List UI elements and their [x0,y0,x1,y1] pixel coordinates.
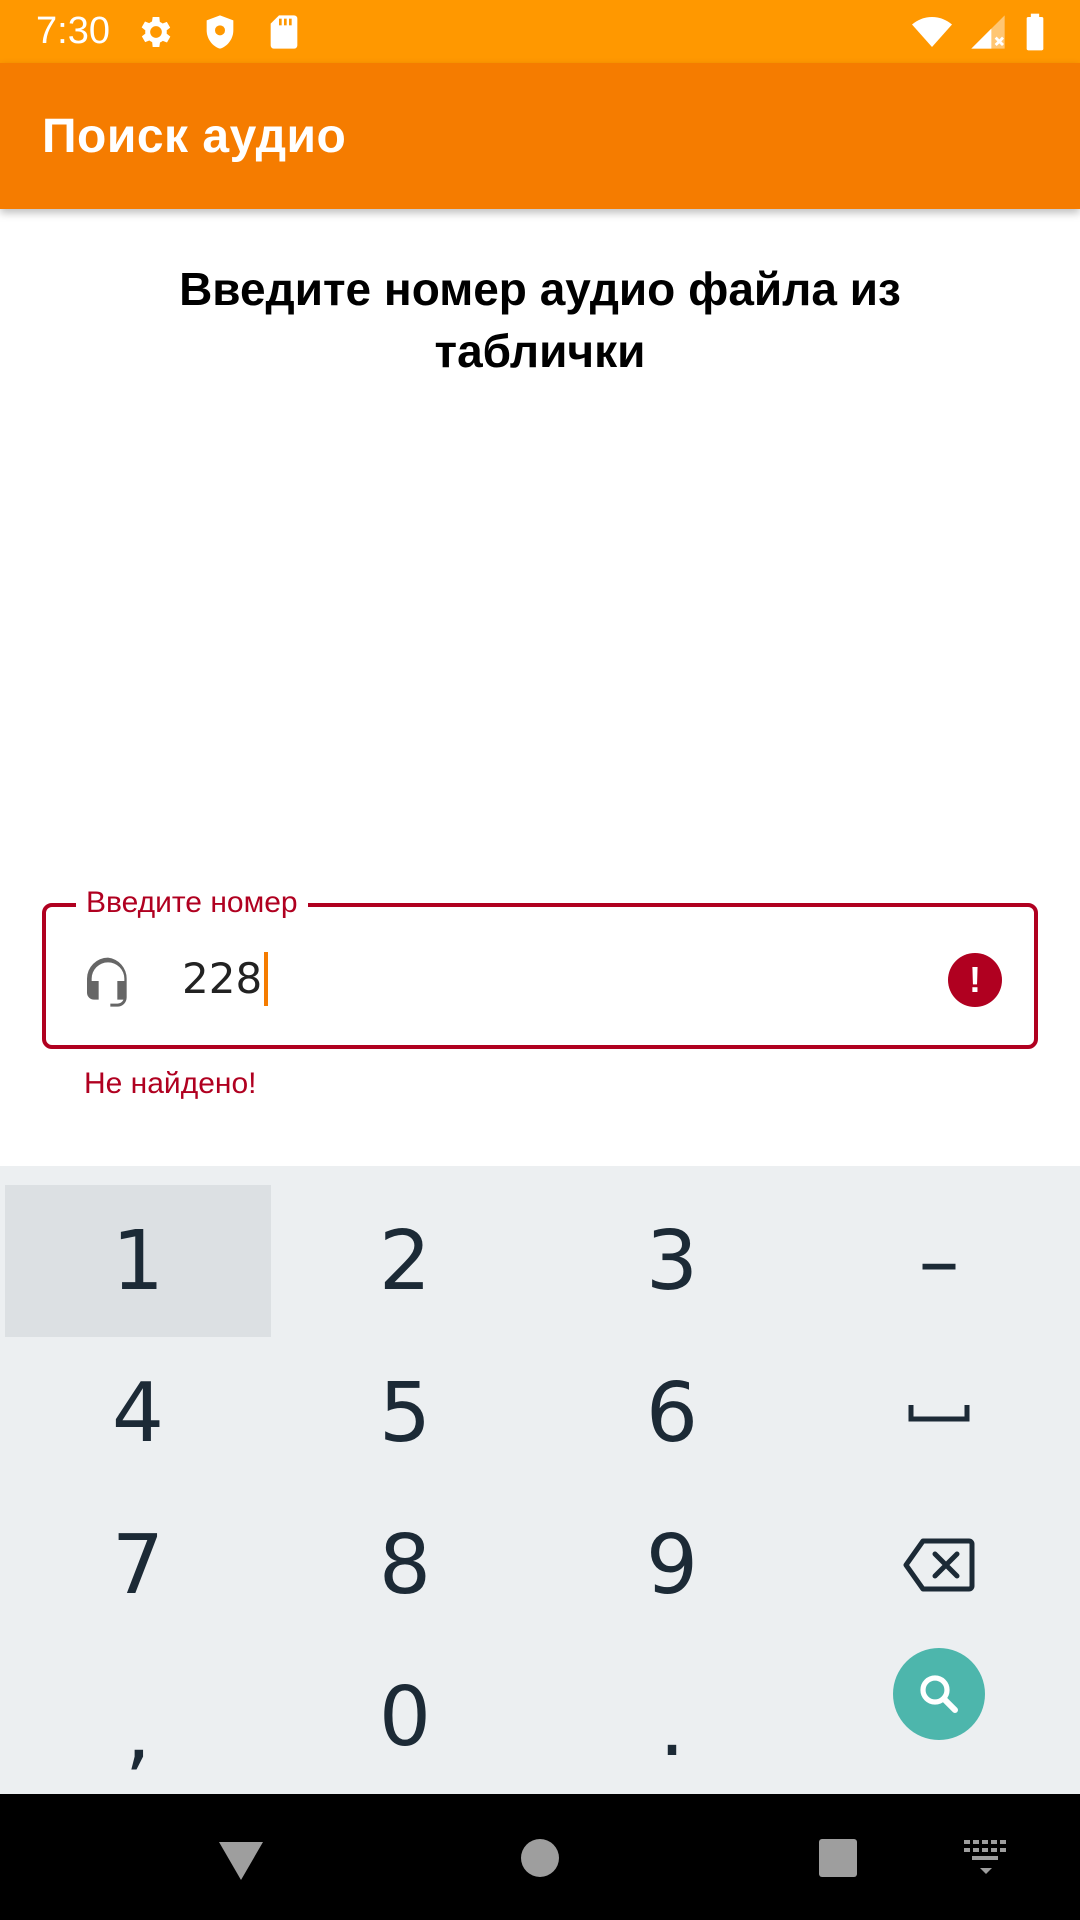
key-space[interactable] [806,1337,1072,1489]
wifi-icon [912,17,952,47]
number-input-field[interactable]: Введите номер 228 ! [42,883,1038,1049]
app-bar: Поиск аудио [0,63,1080,209]
key-0[interactable]: 0 [272,1641,538,1793]
backspace-icon [903,1538,975,1592]
number-input[interactable]: 228 [182,951,269,1007]
status-time: 7:30 [36,10,110,52]
input-value: 228 [182,954,263,1003]
key-5[interactable]: 5 [272,1337,538,1489]
key-label: . [658,1679,686,1775]
headset-icon [87,957,127,1007]
key-label: 5 [378,1365,432,1461]
error-message: Не найдено! [84,1067,257,1100]
search-icon [920,1675,958,1713]
key-label: 7 [111,1517,165,1613]
key-comma[interactable]: , [5,1641,271,1793]
key-label: 1 [111,1213,165,1309]
battery-icon [1026,13,1044,51]
key-label: 8 [378,1517,432,1613]
status-icons-right [910,12,1048,52]
shield-icon [206,15,234,49]
key-2[interactable]: 2 [272,1185,538,1337]
key-label: 2 [378,1213,432,1309]
key-label: 9 [645,1517,699,1613]
gear-icon [141,17,171,47]
instruction-heading: Введите номер аудио файла из таблички [179,263,901,377]
key-6[interactable]: 6 [539,1337,805,1489]
key-label: , [124,1684,152,1780]
back-icon[interactable] [213,1830,269,1886]
text-caret [264,951,269,1006]
keyboard-switch-icon[interactable] [962,1836,1010,1880]
numeric-keyboard: 1 2 3 – 4 5 6 7 8 9 , 0 . [0,1166,1080,1794]
key-label: – [918,1213,960,1309]
key-1[interactable]: 1 [5,1185,271,1337]
app-title: Поиск аудио [42,110,347,163]
key-4[interactable]: 4 [5,1337,271,1489]
field-label: Введите номер [76,883,308,923]
key-label: 6 [645,1365,699,1461]
recents-icon[interactable] [810,1830,866,1886]
status-icons-left [136,12,304,52]
key-3[interactable]: 3 [539,1185,805,1337]
key-7[interactable]: 7 [5,1489,271,1641]
key-label: 4 [111,1365,165,1461]
error-icon: ! [948,953,1002,1007]
signal-icon [971,15,1005,49]
home-icon[interactable] [512,1830,568,1886]
status-bar: 7:30 [0,0,1080,63]
sd-card-icon [270,15,298,49]
navigation-bar [0,1794,1080,1920]
key-label: 3 [645,1213,699,1309]
search-button[interactable] [893,1648,985,1740]
space-icon [908,1405,970,1422]
key-period[interactable]: . [539,1641,805,1793]
key-label: 0 [378,1669,432,1765]
screen: 7:30 Поиск аудио Введите номер аудио фай… [0,0,1080,1920]
key-8[interactable]: 8 [272,1489,538,1641]
key-search[interactable] [806,1618,1072,1770]
key-dash[interactable]: – [806,1185,1072,1337]
key-9[interactable]: 9 [539,1489,805,1641]
